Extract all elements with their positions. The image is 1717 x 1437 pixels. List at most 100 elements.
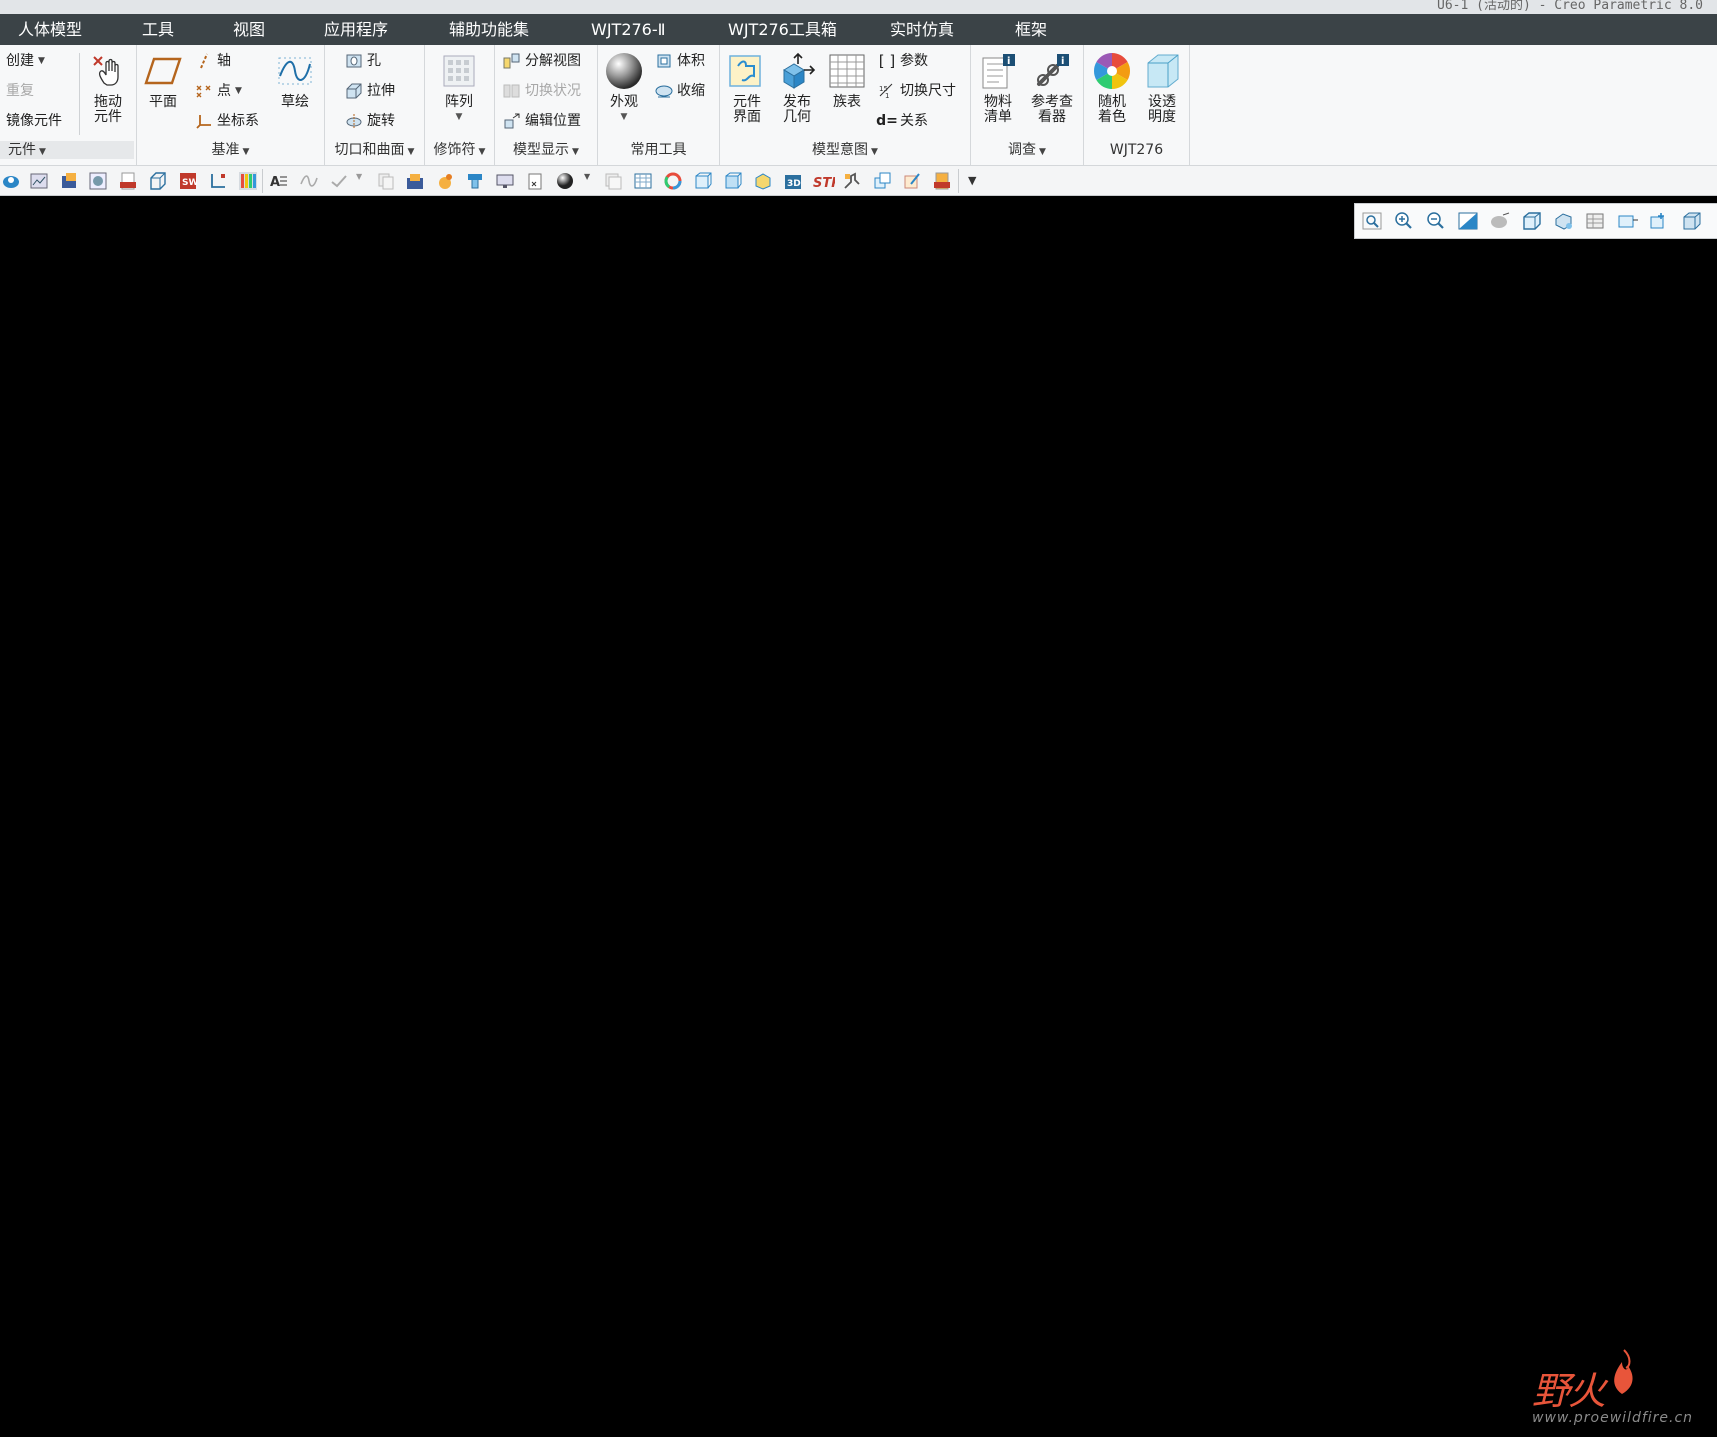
- group-label-datum[interactable]: 基准 ▼: [137, 141, 324, 159]
- box-icon[interactable]: [149, 172, 167, 190]
- customize-dropdown-icon[interactable]: ▼: [968, 172, 982, 190]
- chevron-down-icon[interactable]: ▼: [356, 172, 366, 190]
- datum-display-icon[interactable]: [1649, 211, 1671, 231]
- export-icon[interactable]: [60, 172, 78, 190]
- table-icon[interactable]: [634, 172, 652, 190]
- render-icon[interactable]: [89, 172, 107, 190]
- cube-icon[interactable]: [694, 172, 712, 190]
- solidworks-icon[interactable]: SW: [179, 172, 198, 190]
- bom-button[interactable]: i 物料 清单: [977, 51, 1019, 125]
- pdf2-icon[interactable]: [933, 172, 951, 190]
- random-color-button[interactable]: 随机 着色: [1090, 51, 1134, 125]
- tab-tools[interactable]: 工具: [140, 18, 176, 42]
- group-label-investigate[interactable]: 调查 ▼: [971, 141, 1083, 159]
- drag-component-button[interactable]: 拖动 元件: [88, 51, 128, 125]
- trans-label-1: 设透: [1148, 94, 1176, 110]
- create-button[interactable]: 创建 ▼: [6, 50, 45, 72]
- pattern-button[interactable]: 阵列 ▼: [437, 51, 481, 125]
- tab-human-model[interactable]: 人体模型: [16, 18, 84, 42]
- text-icon[interactable]: A: [270, 172, 288, 190]
- refit-icon[interactable]: [1361, 211, 1383, 231]
- group-label-model-display[interactable]: 模型显示 ▼: [495, 141, 597, 159]
- relations-button[interactable]: d= 关系: [876, 110, 928, 132]
- shrink-button[interactable]: 收缩: [655, 80, 705, 102]
- sphere-icon[interactable]: [556, 172, 574, 190]
- reference-viewer-button[interactable]: i 参考查 看器: [1027, 51, 1077, 125]
- curve-icon[interactable]: [300, 172, 318, 190]
- edit-icon[interactable]: [903, 172, 921, 190]
- graphics-area[interactable]: [0, 196, 1717, 1437]
- tab-accessory-set[interactable]: 辅助功能集: [447, 18, 531, 42]
- zoom-out-icon[interactable]: [1425, 211, 1447, 231]
- bom-label-1: 物料: [984, 94, 1012, 110]
- parameters-button[interactable]: [ ] 参数: [878, 50, 928, 72]
- tab-frame[interactable]: 框架: [1013, 18, 1049, 42]
- plane-button[interactable]: 平面: [143, 51, 183, 110]
- wheel-icon[interactable]: [664, 172, 682, 190]
- dimension-icon[interactable]: [209, 172, 227, 190]
- volume-button[interactable]: 体积: [655, 50, 705, 72]
- mold-icon[interactable]: [466, 172, 484, 190]
- display-icon[interactable]: [496, 172, 514, 190]
- sketch-button[interactable]: 草绘: [273, 51, 317, 110]
- family-table-button[interactable]: 族表: [826, 51, 868, 110]
- package-icon[interactable]: [754, 172, 772, 190]
- axis-button[interactable]: 轴: [195, 50, 231, 72]
- tab-wjt276-ii[interactable]: WJT276-Ⅱ: [589, 18, 668, 42]
- cube2-icon[interactable]: [724, 172, 742, 190]
- 3d-icon[interactable]: 3D: [784, 172, 802, 190]
- group-label-model-intent[interactable]: 模型意图 ▼: [720, 141, 970, 159]
- image-icon[interactable]: [30, 172, 48, 190]
- zoom-in-icon[interactable]: [1393, 211, 1415, 231]
- quick-access-toolbar: SW A ▼ ▼ 3D STP ▼: [0, 166, 1717, 196]
- explode-view-button[interactable]: 分解视图: [503, 50, 581, 72]
- copy2-icon[interactable]: [873, 172, 891, 190]
- folder-icon[interactable]: [406, 172, 424, 190]
- revolve-button[interactable]: 旋转: [345, 110, 395, 132]
- check-icon[interactable]: [330, 172, 348, 190]
- set-transparency-button[interactable]: 设透 明度: [1140, 51, 1184, 125]
- redo-label: 重复: [6, 83, 34, 99]
- hole-button[interactable]: 孔: [345, 50, 381, 72]
- tab-view[interactable]: 视图: [231, 18, 267, 42]
- paint-icon[interactable]: [436, 172, 454, 190]
- params-label: 参数: [900, 53, 928, 69]
- tab-applications[interactable]: 应用程序: [322, 18, 390, 42]
- saved-views-icon[interactable]: [1521, 211, 1543, 231]
- tab-realtime-sim[interactable]: 实时仿真: [888, 18, 956, 42]
- stp-icon[interactable]: STP: [813, 172, 841, 191]
- redo-button[interactable]: 重复: [6, 80, 34, 102]
- cad-icon[interactable]: [2, 172, 20, 190]
- chevron-down-icon[interactable]: ▼: [584, 172, 594, 190]
- edit-position-button[interactable]: 编辑位置: [503, 110, 581, 132]
- group-label-modifiers[interactable]: 修饰符 ▼: [425, 141, 494, 159]
- comp-if-label-1: 元件: [733, 94, 761, 110]
- spin-center-icon[interactable]: [1681, 211, 1703, 231]
- csys-button[interactable]: 坐标系: [195, 110, 259, 132]
- component-interface-button[interactable]: 元件 界面: [726, 51, 768, 125]
- tab-wjt276-toolbox[interactable]: WJT276工具箱: [726, 18, 839, 42]
- perspective-icon[interactable]: [1585, 211, 1607, 231]
- appearance-button[interactable]: 外观 ▼: [604, 51, 644, 125]
- layer-icon[interactable]: [604, 172, 622, 190]
- annotation-icon[interactable]: [1617, 211, 1639, 231]
- pdf-icon[interactable]: [119, 172, 137, 190]
- copy-icon[interactable]: [377, 172, 395, 190]
- mirror-component-button[interactable]: 镜像元件: [6, 110, 62, 132]
- publish-geometry-button[interactable]: 发布 几何: [776, 51, 818, 125]
- trans-label-2: 明度: [1148, 109, 1176, 125]
- point-button[interactable]: 点 ▼: [195, 80, 242, 102]
- group-label-cut-surface[interactable]: 切口和曲面 ▼: [325, 141, 424, 159]
- model-intent-label: 模型意图: [812, 142, 869, 158]
- display-style-icon[interactable]: [1489, 211, 1511, 231]
- group-label-component[interactable]: 元件 ▼: [0, 141, 134, 159]
- tools-icon[interactable]: [843, 172, 861, 190]
- extrude-button[interactable]: 拉伸: [345, 80, 395, 102]
- toggle-status-button[interactable]: 切换状况: [503, 80, 581, 102]
- switch-dimensions-button[interactable]: 15 1 切换尺寸: [878, 80, 956, 102]
- drag-label-2: 元件: [94, 109, 122, 125]
- color-bars-icon[interactable]: [239, 172, 257, 190]
- clipboard-icon[interactable]: [526, 172, 544, 190]
- repaint-icon[interactable]: [1457, 211, 1479, 231]
- view-manager-icon[interactable]: [1553, 211, 1575, 231]
